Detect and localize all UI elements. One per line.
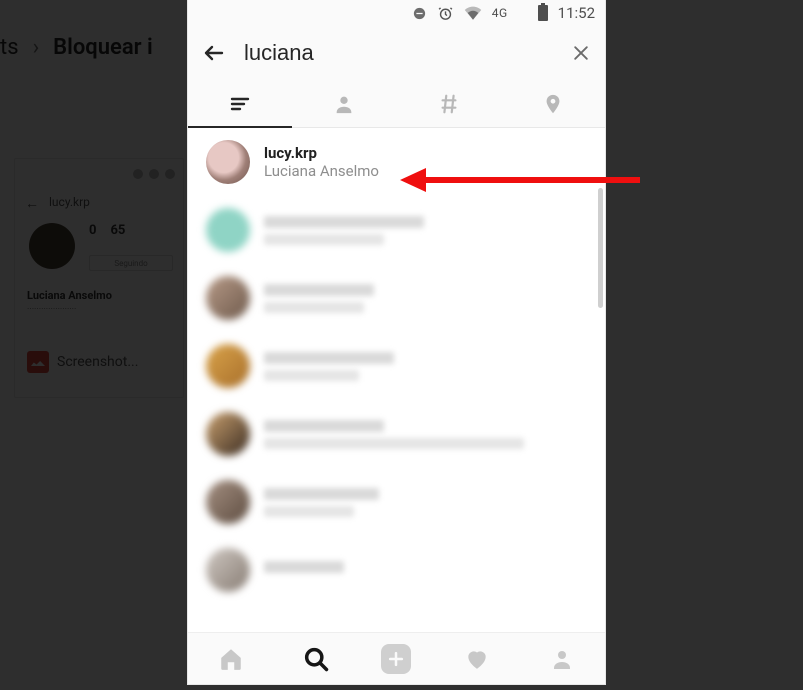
network-label: 4G <box>492 6 508 20</box>
avatar <box>206 208 250 252</box>
tab-top[interactable] <box>188 80 292 127</box>
avatar <box>206 276 250 320</box>
nav-add[interactable] <box>381 644 411 674</box>
bottom-nav <box>188 632 605 684</box>
result-row-blurred[interactable] <box>188 196 605 264</box>
nav-activity[interactable] <box>457 639 497 679</box>
back-button[interactable] <box>202 41 226 65</box>
tab-tags[interactable] <box>397 80 501 127</box>
search-input[interactable] <box>244 40 553 66</box>
dnd-icon <box>412 6 427 21</box>
tab-places[interactable] <box>501 80 605 127</box>
result-row-blurred[interactable] <box>188 332 605 400</box>
search-tabs <box>188 80 605 128</box>
result-row-blurred[interactable] <box>188 536 605 592</box>
result-username: lucy.krp <box>264 144 379 162</box>
avatar <box>206 480 250 524</box>
status-bar: 4G 11:52 <box>188 0 605 26</box>
result-row-blurred[interactable] <box>188 468 605 536</box>
tab-people[interactable] <box>292 80 396 127</box>
result-fullname: Luciana Anselmo <box>264 162 379 180</box>
avatar <box>206 412 250 456</box>
nav-home[interactable] <box>211 639 251 679</box>
result-row-blurred[interactable] <box>188 400 605 468</box>
nav-search[interactable] <box>296 639 336 679</box>
search-results[interactable]: lucy.krp Luciana Anselmo <box>188 128 605 632</box>
nav-profile[interactable] <box>542 639 582 679</box>
clock: 11:52 <box>558 4 595 22</box>
wifi-icon <box>464 6 482 20</box>
scrollbar-thumb[interactable] <box>598 188 603 308</box>
alarm-icon <box>437 5 454 22</box>
clear-search-button[interactable] <box>571 43 591 63</box>
result-row-blurred[interactable] <box>188 264 605 332</box>
avatar <box>206 140 250 184</box>
result-row[interactable]: lucy.krp Luciana Anselmo <box>188 128 605 196</box>
avatar <box>206 344 250 388</box>
phone-frame: 4G 11:52 <box>188 0 605 684</box>
avatar <box>206 548 250 592</box>
battery-icon <box>538 5 548 21</box>
